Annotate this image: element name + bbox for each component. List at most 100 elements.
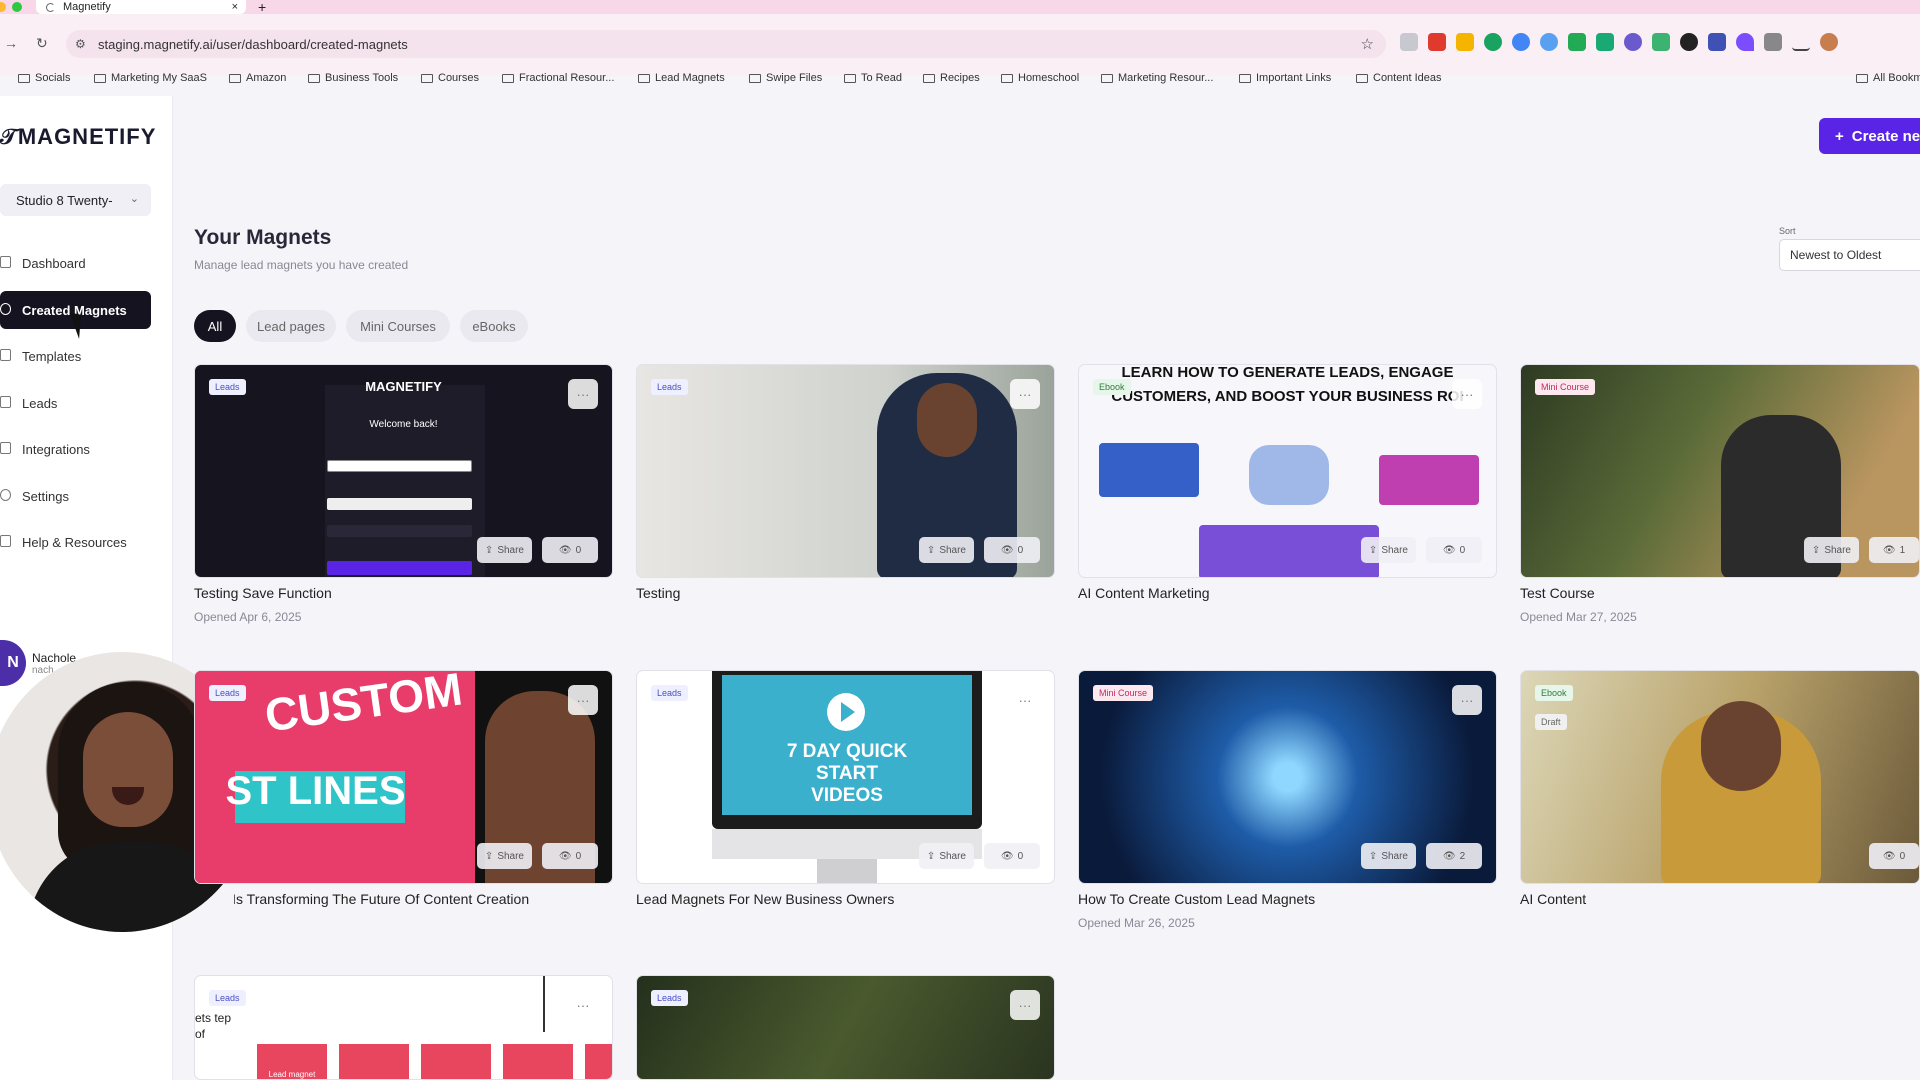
- type-badge: Leads: [651, 379, 688, 395]
- magnet-card[interactable]: 7 DAY QUICK START VIDEOS Leads ··· ⇪ Shar…: [636, 670, 1055, 884]
- thumb-subheading: ST LINES: [225, 769, 406, 813]
- magnet-card[interactable]: Ebook Draft 👁 0: [1520, 670, 1920, 884]
- card-title[interactable]: Test Course: [1520, 585, 1595, 601]
- bookmark-folder[interactable]: Homeschool: [1001, 72, 1079, 84]
- app-logo[interactable]: 𝒯MAGNETIFY: [0, 124, 156, 150]
- magnet-card[interactable]: Leads ··· ⇪ Share 👁 0: [636, 364, 1055, 578]
- workspace-switcher[interactable]: Studio 8 Twenty- ⌄: [0, 184, 151, 216]
- extension-icon[interactable]: [1400, 33, 1418, 51]
- heart-icon[interactable]: [1736, 33, 1754, 51]
- puzzle-icon[interactable]: [1764, 33, 1782, 51]
- extension-icon[interactable]: [1428, 33, 1446, 51]
- sort-select[interactable]: Newest to Oldest: [1779, 239, 1920, 271]
- folder-icon: [844, 73, 856, 83]
- magnet-card[interactable]: Leads ···: [636, 975, 1055, 1080]
- folder-icon: [229, 73, 241, 83]
- filter-all[interactable]: All: [194, 310, 236, 342]
- type-badge: Leads: [209, 685, 246, 701]
- sidebar-item-dashboard[interactable]: Dashboard: [0, 244, 151, 282]
- bookmark-folder[interactable]: Marketing My SaaS: [94, 72, 207, 84]
- bookmark-folder[interactable]: Amazon: [229, 72, 286, 84]
- tab-close-icon[interactable]: ×: [232, 1, 238, 13]
- magnet-logo-icon: 𝒯: [0, 124, 18, 149]
- extension-icon[interactable]: [1652, 33, 1670, 51]
- card-title[interactable]: Lead Magnets For New Business Owners: [636, 891, 894, 907]
- browser-tab[interactable]: Magnetify ×: [36, 0, 246, 14]
- more-options-icon[interactable]: ···: [1452, 685, 1482, 715]
- card-title[interactable]: How To Create Custom Lead Magnets: [1078, 891, 1315, 907]
- extension-icon[interactable]: [1680, 33, 1698, 51]
- url-text: staging.magnetify.ai/user/dashboard/crea…: [98, 36, 408, 52]
- more-options-icon[interactable]: ···: [568, 685, 598, 715]
- bookmark-folder[interactable]: To Read: [844, 72, 902, 84]
- bookmark-folder[interactable]: Business Tools: [308, 72, 398, 84]
- forward-icon[interactable]: →: [4, 35, 18, 51]
- bookmark-folder[interactable]: Recipes: [923, 72, 980, 84]
- sidebar-item-leads[interactable]: Leads: [0, 384, 151, 422]
- extension-icon[interactable]: [1456, 33, 1474, 51]
- create-new-button[interactable]: + Create ne: [1819, 118, 1920, 154]
- more-options-icon[interactable]: ···: [568, 990, 598, 1020]
- sidebar-item-help[interactable]: Help & Resources: [0, 523, 151, 561]
- more-options-icon[interactable]: ···: [568, 379, 598, 409]
- sort-label: Sort: [1779, 226, 1796, 236]
- magnet-card[interactable]: ets tep of Lead magnet Leads ···: [194, 975, 613, 1080]
- more-options-icon[interactable]: ···: [1452, 379, 1482, 409]
- type-badge: Mini Course: [1093, 685, 1154, 701]
- sidebar-item-settings[interactable]: Settings: [0, 477, 151, 515]
- bookmark-star-icon[interactable]: ☆: [1361, 35, 1374, 53]
- bookmark-folder[interactable]: Courses: [421, 72, 479, 84]
- new-tab-button[interactable]: +: [258, 0, 266, 15]
- magnet-card[interactable]: LEARN HOW TO GENERATE LEADS, ENGAGE CUST…: [1078, 364, 1497, 578]
- folder-icon: [1356, 73, 1368, 83]
- sidebar-item-templates[interactable]: Templates: [0, 337, 151, 375]
- bookmark-folder[interactable]: Lead Magnets: [638, 72, 725, 84]
- share-button[interactable]: ⇪ Share: [476, 843, 532, 869]
- magnet-card[interactable]: Mini Course ⇪ Share 👁 1: [1520, 364, 1920, 578]
- bookmark-folder[interactable]: Fractional Resour...: [502, 72, 614, 84]
- address-bar[interactable]: ⚙ staging.magnetify.ai/user/dashboard/cr…: [66, 30, 1386, 58]
- magnet-card[interactable]: Mini Course ··· ⇪ Share 👁 2: [1078, 670, 1497, 884]
- bookmark-folder[interactable]: Marketing Resour...: [1101, 72, 1213, 84]
- bookmark-folder[interactable]: Important Links: [1239, 72, 1331, 84]
- share-button[interactable]: ⇪ Share: [476, 537, 532, 563]
- extension-icon[interactable]: [1708, 33, 1726, 51]
- card-title[interactable]: AI Content Marketing: [1078, 585, 1210, 601]
- integrations-icon: [0, 442, 11, 454]
- dashboard-icon: [0, 256, 11, 268]
- extension-icon[interactable]: [1596, 33, 1614, 51]
- share-button[interactable]: ⇪ Share: [1360, 843, 1416, 869]
- extension-icon[interactable]: [1624, 33, 1642, 51]
- bookmark-folder[interactable]: Swipe Files: [749, 72, 822, 84]
- window-controls[interactable]: [0, 2, 22, 12]
- google-icon[interactable]: [1512, 33, 1530, 51]
- card-title[interactable]: Testing: [636, 585, 680, 601]
- magnet-card[interactable]: MAGNETIFY Welcome back! Leads ··· ⇪ Share…: [194, 364, 613, 578]
- card-title[interactable]: ow AI Is Transforming The Future Of Cont…: [234, 891, 529, 907]
- extension-icon[interactable]: [1484, 33, 1502, 51]
- download-icon[interactable]: [1792, 33, 1810, 51]
- share-button[interactable]: ⇪ Share: [918, 843, 974, 869]
- card-date: Opened Mar 27, 2025: [1520, 610, 1637, 624]
- sidebar-item-integrations[interactable]: Integrations: [0, 430, 151, 468]
- all-bookmarks[interactable]: All Bookm: [1856, 72, 1920, 84]
- site-info-icon[interactable]: ⚙: [75, 37, 86, 51]
- extension-icon[interactable]: [1540, 33, 1558, 51]
- profile-avatar-icon[interactable]: [1820, 33, 1838, 51]
- filter-mini-courses[interactable]: Mini Courses: [346, 310, 450, 342]
- more-options-icon[interactable]: ···: [1010, 685, 1040, 715]
- reload-icon[interactable]: ↻: [36, 35, 48, 52]
- more-options-icon[interactable]: ···: [1010, 379, 1040, 409]
- card-title[interactable]: Testing Save Function: [194, 585, 332, 601]
- magnet-card[interactable]: CUSTOM ST LINES Leads ··· ⇪ Share 👁 0: [194, 670, 613, 884]
- filter-ebooks[interactable]: eBooks: [460, 310, 528, 342]
- bookmark-folder[interactable]: Content Ideas: [1356, 72, 1442, 84]
- share-button[interactable]: ⇪ Share: [1360, 537, 1416, 563]
- filter-lead-pages[interactable]: Lead pages: [246, 310, 336, 342]
- bookmark-folder[interactable]: Socials: [18, 72, 70, 84]
- extension-icon[interactable]: [1568, 33, 1586, 51]
- share-button[interactable]: ⇪ Share: [918, 537, 974, 563]
- card-title[interactable]: AI Content: [1520, 891, 1586, 907]
- share-button[interactable]: ⇪ Share: [1803, 537, 1859, 563]
- more-options-icon[interactable]: ···: [1010, 990, 1040, 1020]
